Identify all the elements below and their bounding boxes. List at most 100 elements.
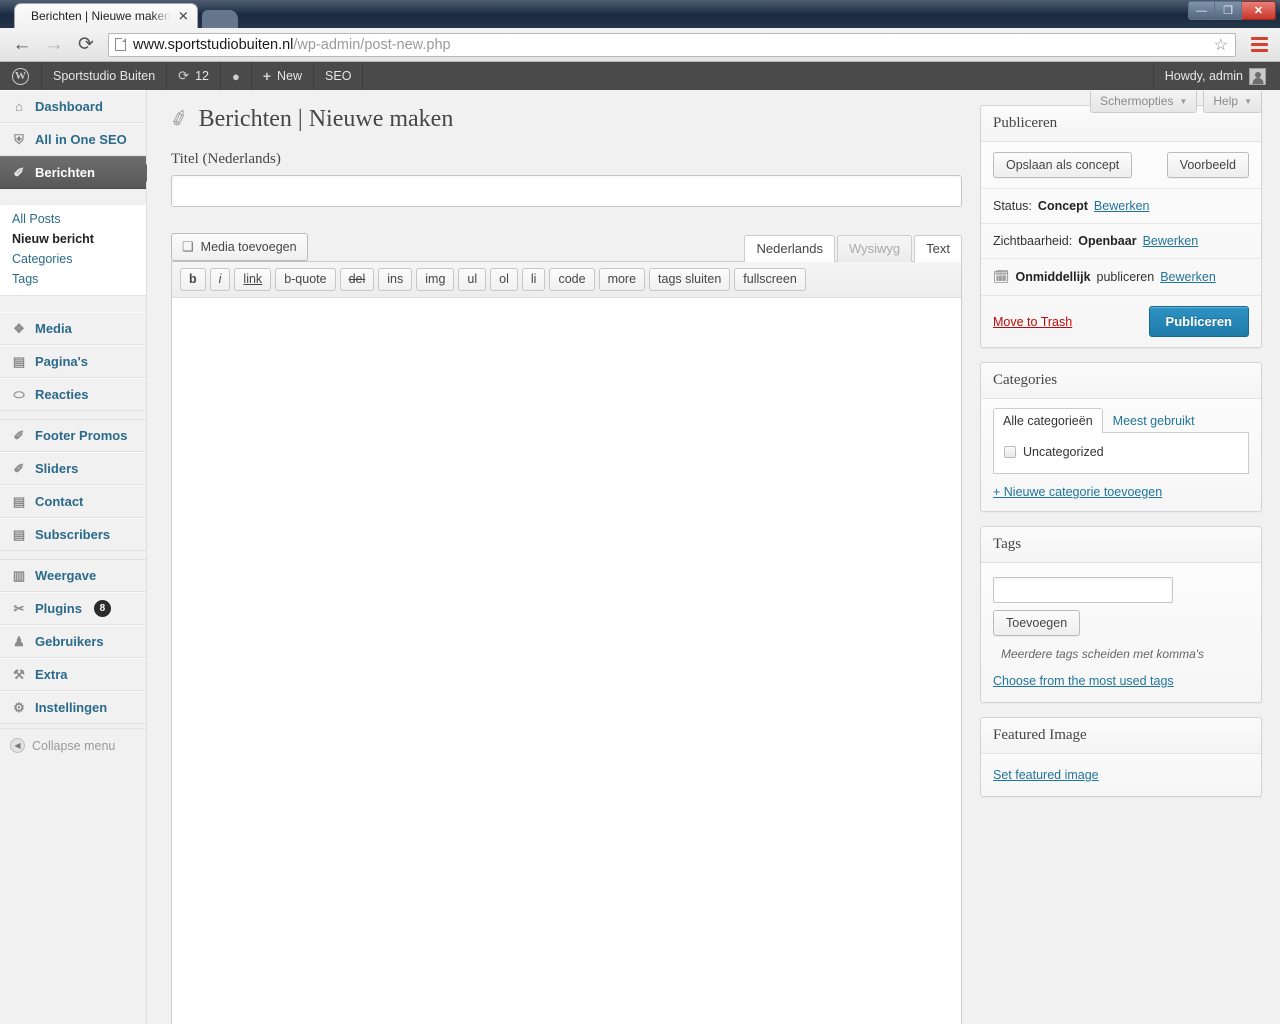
adminbar-site-name[interactable]: Sportstudio Buiten [42, 62, 168, 90]
adminbar-comments[interactable]: ● [221, 62, 252, 90]
quicktag-li[interactable]: li [521, 268, 546, 291]
home-icon: ⌂ [15, 98, 23, 114]
quicktag-img[interactable]: img [416, 268, 455, 291]
most-used-tags-link[interactable]: Choose from the most used tags [993, 674, 1174, 688]
adminbar-my-account[interactable]: Howdy, admin [1152, 62, 1280, 90]
sidebar-item-instellingen[interactable]: ⚙ Instellingen [0, 691, 146, 724]
quicktag-b-quote[interactable]: b-quote [275, 268, 336, 291]
sidebar-item-label: Contact [35, 493, 84, 509]
browser-menu-icon[interactable] [1246, 32, 1272, 58]
tab-text[interactable]: Text [914, 235, 962, 262]
add-new-category-link[interactable]: + Nieuwe categorie toevoegen [981, 474, 1261, 511]
schedule-suffix: publiceren [1096, 270, 1155, 284]
bookmark-star-icon[interactable]: ☆ [1214, 35, 1228, 55]
category-checkbox[interactable] [1004, 446, 1016, 458]
settings-icon: ⚙ [13, 699, 25, 715]
collapse-menu-button[interactable]: ◀ Collapse menu [0, 728, 146, 762]
quicktags-toolbar: b i link b-quote del ins img ul ol li co… [172, 262, 961, 298]
categories-checklist: Uncategorized [993, 432, 1249, 474]
sidebar-item-tags[interactable]: Tags [0, 269, 146, 289]
sidebar-item-label: Berichten [35, 164, 95, 180]
add-media-button[interactable]: ❑ Media toevoegen [171, 233, 308, 261]
back-button[interactable]: ← [8, 32, 36, 58]
sidebar-item-label: Reacties [35, 386, 89, 402]
sidebar-item-label: Subscribers [35, 526, 111, 542]
tags-metabox-title[interactable]: Tags [981, 527, 1261, 563]
window-minimize-button[interactable]: — [1188, 1, 1215, 20]
visibility-value: Openbaar [1078, 234, 1137, 248]
sidebar-item-label: Instellingen [35, 699, 108, 715]
featured-image-metabox-title[interactable]: Featured Image [981, 718, 1261, 754]
adminbar-new-content[interactable]: + New [252, 62, 315, 90]
adminbar-wp-logo[interactable]: W [0, 62, 42, 90]
address-bar[interactable]: www.sportstudiobuiten.nl/wp-admin/post-n… [108, 32, 1236, 57]
window-close-button[interactable]: ✕ [1242, 1, 1276, 20]
close-icon[interactable]: ✕ [177, 10, 190, 23]
categories-metabox-title[interactable]: Categories [981, 363, 1261, 399]
quicktag-ol[interactable]: ol [490, 268, 518, 291]
wp-wrapper: ⌂ Dashboard ⛨ All in One SEO ✐ Berichten… [0, 90, 1280, 1024]
quicktag-del[interactable]: del [339, 268, 375, 291]
reload-button[interactable]: ⟳ [72, 32, 100, 58]
sidebar-item-all-posts[interactable]: All Posts [0, 209, 146, 229]
sidebar-item-reacties[interactable]: ⬭ Reacties [0, 378, 146, 411]
howdy-label: Howdy, admin [1164, 69, 1243, 83]
sidebar-item-subscribers[interactable]: ▤ Subscribers [0, 518, 146, 551]
media-icon: ❑ [182, 239, 194, 254]
sidebar-item-extra[interactable]: ⚒ Extra [0, 658, 146, 691]
post-title-input[interactable] [171, 175, 962, 207]
quicktag-code[interactable]: code [549, 268, 595, 291]
preview-button[interactable]: Voorbeeld [1166, 152, 1249, 178]
publish-button[interactable]: Publiceren [1148, 306, 1249, 337]
sidebar-item-media[interactable]: ❖ Media [0, 312, 146, 345]
window-maximize-button[interactable]: ❐ [1215, 1, 1242, 20]
quicktag-b[interactable]: b [180, 268, 206, 291]
categories-metabox-inside: Alle categorieën Meest gebruikt Uncatego… [981, 399, 1261, 511]
pin-icon: ✐ [13, 460, 25, 476]
adminbar-seo[interactable]: SEO [314, 62, 364, 90]
tab-wysiwyg[interactable]: Wysiwyg [836, 235, 913, 262]
sidebar-item-categories[interactable]: Categories [0, 249, 146, 269]
tags-metabox-inside: Toevoegen Meerdere tags scheiden met kom… [981, 563, 1261, 702]
sidebar-item-contact[interactable]: ▤ Contact [0, 485, 146, 518]
sidebar-item-sliders[interactable]: ✐ Sliders [0, 452, 146, 485]
edit-status-link[interactable]: Bewerken [1094, 199, 1150, 213]
sidebar-item-all-in-one-seo[interactable]: ⛨ All in One SEO [0, 123, 146, 156]
adminbar-updates[interactable]: ⟳ 12 [167, 62, 221, 90]
sidebar-item-nieuw-bericht[interactable]: Nieuw bericht [0, 229, 146, 249]
editor-container: b i link b-quote del ins img ul ol li co… [171, 261, 962, 1024]
sidebar-item-paginas[interactable]: ▤ Pagina's [0, 345, 146, 378]
edit-schedule-link[interactable]: Bewerken [1160, 270, 1216, 284]
sidebar-item-berichten[interactable]: ✐ Berichten [0, 156, 146, 189]
list-item[interactable]: Uncategorized [1004, 443, 1238, 461]
quicktag-close-tags[interactable]: tags sluiten [649, 268, 731, 291]
quicktag-ins[interactable]: ins [378, 268, 413, 291]
move-to-trash-link[interactable]: Move to Trash [993, 315, 1072, 329]
sidebar-item-dashboard[interactable]: ⌂ Dashboard [0, 90, 146, 123]
sidebar-item-footer-promos[interactable]: ✐ Footer Promos [0, 419, 146, 452]
forward-button[interactable]: → [40, 32, 68, 58]
wordpress-logo-icon: W [12, 67, 29, 85]
sidebar-item-weergave[interactable]: ▥ Weergave [0, 559, 146, 592]
add-tag-button[interactable]: Toevoegen [993, 610, 1081, 636]
tab-alle-categorieen[interactable]: Alle categorieën [993, 408, 1103, 433]
browser-tab-active[interactable]: Berichten | Nieuwe maken ✕ [14, 3, 198, 28]
help-tab[interactable]: Help ▼ [1203, 91, 1262, 113]
quicktag-ul[interactable]: ul [458, 268, 487, 291]
save-draft-button[interactable]: Opslaan als concept [993, 152, 1133, 178]
post-content-textarea[interactable] [172, 298, 961, 1024]
sidebar-item-plugins[interactable]: ✂ Plugins 8 [0, 592, 146, 625]
set-featured-image-link[interactable]: Set featured image [993, 768, 1099, 782]
users-icon: ♟ [13, 633, 25, 649]
tab-meest-gebruikt[interactable]: Meest gebruikt [1103, 408, 1205, 433]
sidebar-item-gebruikers[interactable]: ♟ Gebruikers [0, 625, 146, 658]
screen-options-tab[interactable]: Schermopties ▼ [1090, 91, 1198, 113]
tab-nederlands[interactable]: Nederlands [744, 235, 835, 262]
quicktag-more[interactable]: more [598, 268, 646, 291]
quicktag-fullscreen[interactable]: fullscreen [734, 268, 806, 291]
edit-visibility-link[interactable]: Bewerken [1143, 234, 1199, 248]
new-tab-button[interactable] [201, 10, 238, 28]
quicktag-link[interactable]: link [234, 268, 272, 291]
quicktag-i[interactable]: i [209, 268, 231, 291]
tag-input[interactable] [993, 577, 1173, 603]
